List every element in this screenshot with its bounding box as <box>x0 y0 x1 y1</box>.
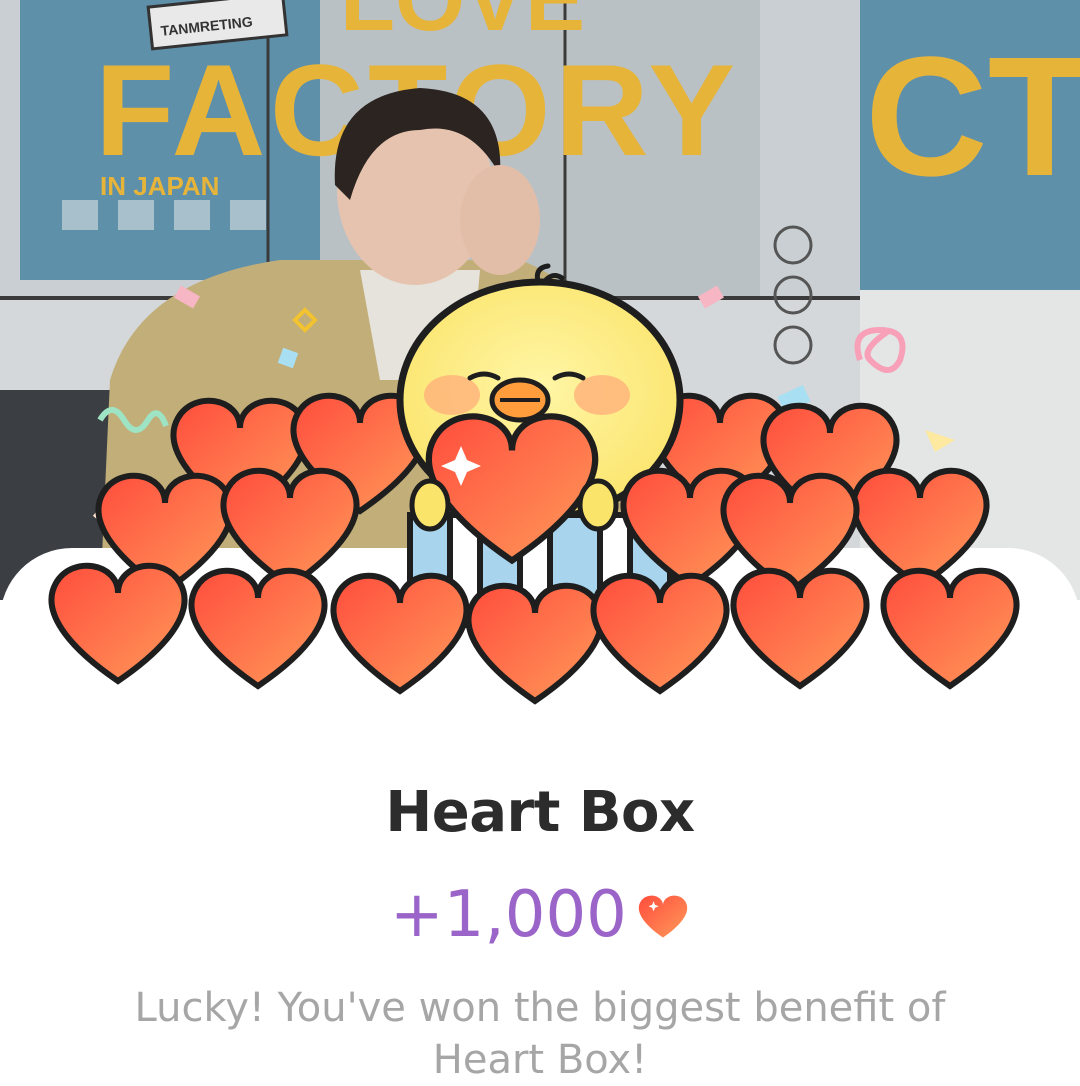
reward-row: +1,000 <box>0 878 1080 952</box>
dialog-title: Heart Box <box>385 780 695 845</box>
result-message: Lucky! You've won the biggest benefit of… <box>134 985 946 1083</box>
heart-icon <box>638 895 688 938</box>
poster-right-text: CT <box>865 22 1080 212</box>
poster-japan-text: IN JAPAN <box>100 171 219 201</box>
heart-box-illustration <box>0 263 1080 730</box>
reward-amount: +1,000 <box>390 878 627 952</box>
